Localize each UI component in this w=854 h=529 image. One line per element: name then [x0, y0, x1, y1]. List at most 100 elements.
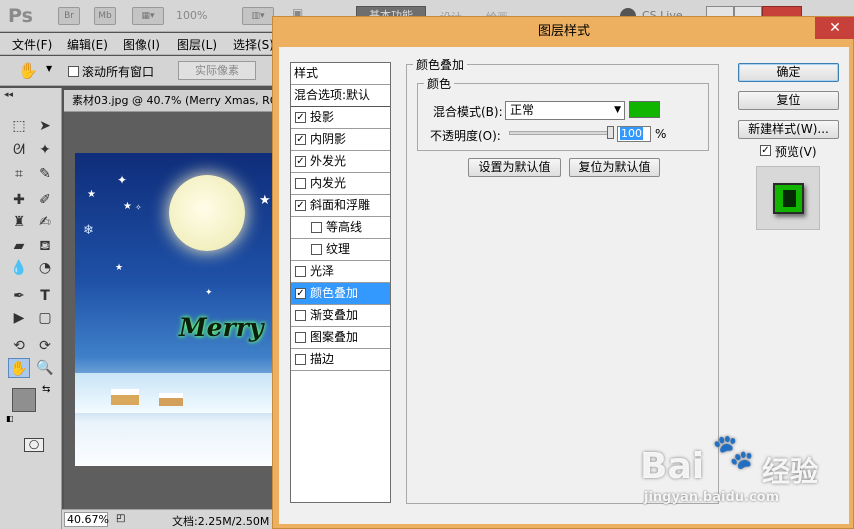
clone-stamp-tool-icon[interactable]: ♜	[8, 212, 30, 232]
cottage-image	[159, 393, 183, 406]
zoom-input[interactable]: 40.67%	[64, 512, 109, 527]
opacity-input[interactable]: 100	[617, 126, 651, 142]
style-item[interactable]: ✓ 投影	[291, 107, 390, 129]
reset-default-button[interactable]: 复位为默认值	[569, 158, 660, 177]
eyedropper-tool-icon[interactable]: ✎	[34, 164, 56, 184]
document-tab[interactable]: 素材03.jpg @ 40.7% (Merry Xmas, RGB/8)	[64, 90, 276, 112]
style-item[interactable]: 光泽	[291, 261, 390, 283]
menu-layer[interactable]: 图层(L)	[177, 36, 217, 53]
healing-brush-tool-icon[interactable]: ✚	[8, 190, 30, 210]
crop-tool-icon[interactable]: ⌗	[8, 164, 30, 184]
reset-button[interactable]: 复位	[738, 91, 839, 110]
style-checkbox[interactable]	[295, 332, 306, 343]
menu-edit[interactable]: 编辑(E)	[67, 36, 108, 53]
preview-label: 预览(V)	[775, 145, 817, 159]
menu-file[interactable]: 文件(F)	[12, 36, 52, 53]
zoom-tool-icon[interactable]: 🔍	[34, 358, 56, 378]
style-checkbox[interactable]: ✓	[295, 156, 306, 167]
dodge-tool-icon[interactable]: ◔	[34, 258, 56, 278]
ok-button[interactable]: 确定	[738, 63, 839, 82]
view-extras-button[interactable]: ▦▾	[132, 7, 164, 25]
options-bar: ✋ ▼ 滚动所有窗口 实际像素	[0, 56, 280, 86]
style-checkbox[interactable]	[295, 354, 306, 365]
arrange-documents-button[interactable]: ▥▾	[242, 7, 274, 25]
baidu-jingyan-watermark: Bai 🐾 经验 jingyan.baidu.com	[640, 428, 840, 518]
collapse-panel-icon[interactable]: ◂◂	[4, 90, 13, 100]
style-item[interactable]: 内发光	[291, 173, 390, 195]
star-decoration: ★	[115, 263, 124, 273]
quick-mask-icon[interactable]: ◯	[24, 438, 44, 452]
style-item[interactable]: 渐变叠加	[291, 305, 390, 327]
eraser-tool-icon[interactable]: ▰	[8, 236, 30, 256]
blend-mode-label: 混合模式(B):	[433, 105, 503, 119]
history-brush-tool-icon[interactable]: ✍	[34, 212, 56, 232]
move-tool-icon[interactable]: ➤	[34, 116, 56, 136]
style-item-label: 斜面和浮雕	[310, 198, 371, 212]
preview-swatch	[773, 183, 804, 214]
path-selection-tool-icon[interactable]: ▶	[8, 308, 30, 328]
foreground-color-swatch[interactable]	[12, 388, 36, 412]
zoom-level-dropdown[interactable]: 100%	[176, 9, 207, 22]
brush-tool-icon[interactable]: ✐	[34, 190, 56, 210]
style-checkbox[interactable]: ✓	[295, 112, 306, 123]
type-tool-icon[interactable]: T	[34, 286, 56, 306]
actual-pixels-button[interactable]: 实际像素	[178, 61, 256, 80]
opacity-slider-thumb[interactable]	[607, 126, 614, 139]
styles-header[interactable]: 样式	[291, 63, 390, 85]
watermark-url: jingyan.baidu.com	[644, 490, 780, 505]
menu-select[interactable]: 选择(S)	[233, 36, 274, 53]
lasso-tool-icon[interactable]: ᘛ	[8, 140, 30, 160]
paint-bucket-tool-icon[interactable]: ⛾	[34, 236, 56, 256]
style-item[interactable]: ✓ 斜面和浮雕	[291, 195, 390, 217]
3d-orbit-tool-icon[interactable]: ⟳	[34, 336, 56, 356]
document-canvas[interactable]: ✦ ★ ★ ❄ ★ ✧ ★ ✦ Merry	[75, 153, 275, 466]
new-style-button[interactable]: 新建样式(W)...	[738, 120, 839, 139]
star-decoration: ★	[123, 201, 132, 212]
overlay-color-swatch[interactable]	[629, 101, 660, 118]
style-checkbox[interactable]	[311, 222, 322, 233]
default-colors-icon[interactable]: ◧	[6, 414, 14, 423]
style-item[interactable]: 纹理	[291, 239, 390, 261]
style-item[interactable]: 描边	[291, 349, 390, 371]
paw-icon: 🐾	[712, 432, 755, 472]
blur-tool-icon[interactable]: 💧	[8, 258, 30, 278]
scroll-all-checkbox[interactable]	[68, 66, 79, 77]
color-group-title: 颜色	[424, 75, 455, 92]
marquee-tool-icon[interactable]: ⬚	[8, 116, 30, 136]
hand-tool-active-icon[interactable]: ✋	[8, 358, 30, 378]
style-checkbox[interactable]: ✓	[295, 134, 306, 145]
opacity-value: 100	[620, 127, 643, 140]
style-item[interactable]: ✓ 外发光	[291, 151, 390, 173]
toolbox: ◂◂ ⬚ ➤ ᘛ ✦ ⌗ ✎ ✚ ✐ ♜ ✍ ▰ ⛾ 💧 ◔ ✒ T ▶ ▢ ⟲…	[0, 88, 62, 529]
blend-mode-value: 正常	[510, 103, 535, 117]
snowflake-decoration: ❄	[83, 223, 94, 238]
style-checkbox[interactable]	[311, 244, 322, 255]
style-checkbox[interactable]: ✓	[295, 288, 306, 299]
style-checkbox[interactable]	[295, 178, 306, 189]
style-item[interactable]: 等高线	[291, 217, 390, 239]
menu-image[interactable]: 图像(I)	[123, 36, 160, 53]
pen-tool-icon[interactable]: ✒	[8, 286, 30, 306]
blend-mode-select[interactable]: 正常 ▼	[505, 101, 625, 120]
doc-info[interactable]: 文档:2.25M/2.50M	[172, 513, 269, 529]
style-item[interactable]: ✓ 内阴影	[291, 129, 390, 151]
style-checkbox[interactable]	[295, 266, 306, 277]
blend-options-default[interactable]: 混合选项:默认	[291, 85, 390, 107]
opacity-slider[interactable]	[509, 131, 612, 135]
bridge-button[interactable]: Br	[58, 7, 80, 25]
mini-bridge-button[interactable]: Mb	[94, 7, 116, 25]
shape-tool-icon[interactable]: ▢	[34, 308, 56, 328]
3d-rotate-tool-icon[interactable]: ⟲	[8, 336, 30, 356]
style-checkbox[interactable]: ✓	[295, 200, 306, 211]
hand-tool-icon[interactable]: ✋	[18, 61, 38, 80]
magic-wand-tool-icon[interactable]: ✦	[34, 140, 56, 160]
style-checkbox[interactable]	[295, 310, 306, 321]
style-item[interactable]: ✓ 颜色叠加	[291, 283, 390, 305]
status-icon[interactable]: ◰	[116, 513, 125, 524]
tool-preset-chevron-icon[interactable]: ▼	[46, 64, 52, 73]
swap-colors-icon[interactable]: ⇆	[42, 384, 50, 395]
style-item[interactable]: 图案叠加	[291, 327, 390, 349]
dialog-close-button[interactable]: ✕	[815, 17, 854, 39]
preview-checkbox[interactable]: ✓	[760, 145, 771, 156]
set-default-button[interactable]: 设置为默认值	[468, 158, 561, 177]
